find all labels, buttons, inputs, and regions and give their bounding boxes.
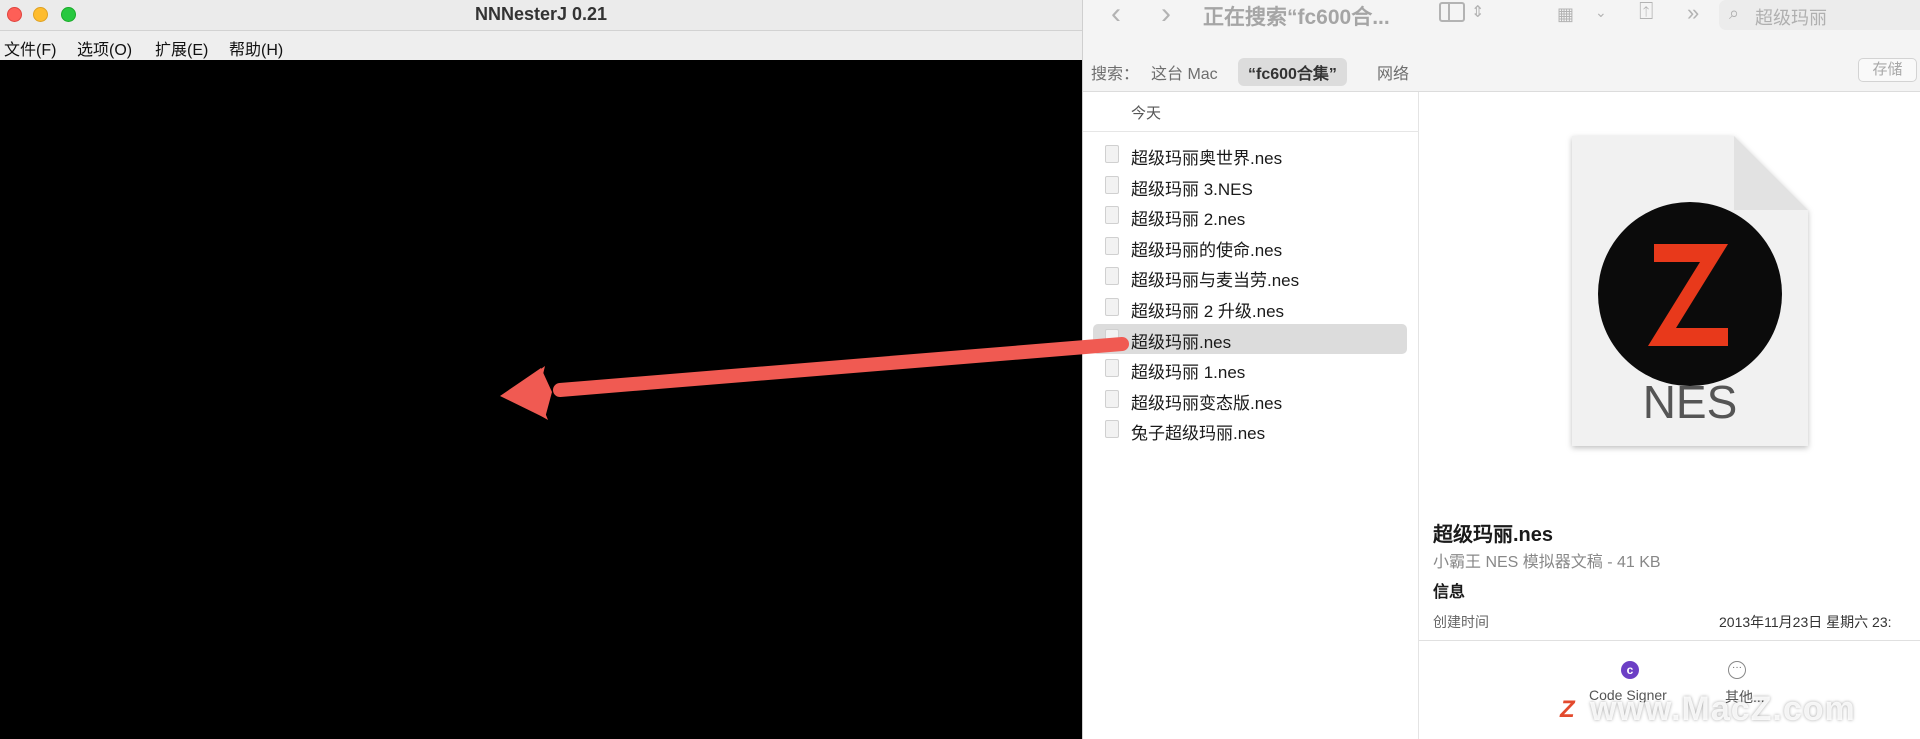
search-scope-bar: 搜索： 这台 Mac “fc600合集” 网络 存储: [1083, 50, 1920, 92]
menu-extensions[interactable]: 扩展(E): [155, 36, 208, 60]
view-sort-chevron-icon[interactable]: ⇕: [1471, 2, 1484, 22]
watermark-text: www.MacZ.com: [1590, 690, 1856, 728]
document-icon: [1105, 145, 1119, 163]
file-row[interactable]: 超级玛丽 2.nes: [1093, 201, 1407, 231]
section-header-label: 今天: [1131, 105, 1162, 122]
emulator-window-title: NNNesterJ 0.21: [474, 4, 608, 24]
forward-chevron-icon[interactable]: ›: [1161, 0, 1171, 31]
file-name-label: 超级玛丽.nes: [1131, 332, 1232, 352]
document-icon: [1105, 389, 1119, 408]
section-header: 今天: [1083, 92, 1419, 132]
file-row[interactable]: 兔子超级玛丽.nes: [1093, 415, 1407, 445]
file-name-label: 超级玛丽 2 升级.nes: [1131, 302, 1285, 321]
save-search-button[interactable]: 存储: [1858, 58, 1917, 82]
view-mode-icon[interactable]: [1439, 2, 1465, 22]
scope-this-mac[interactable]: 这台 Mac: [1151, 60, 1218, 84]
document-icon: [1105, 298, 1119, 316]
document-icon: [1105, 359, 1119, 378]
finder-toolbar: ‹ › 正在搜索“fc600合... ⇕ ▦ ⌄ ⍐ » ⌕ 超级玛丽: [1083, 0, 1920, 50]
file-name-label: 超级玛丽 1.nes: [1131, 363, 1246, 383]
file-name-label: 超级玛丽奥世界.nes: [1131, 149, 1283, 168]
file-name-label: 超级玛丽的使命.nes: [1131, 240, 1283, 260]
emulator-menu-bar: 文件(F) 选项(O) 扩展(E) 帮助(H): [0, 31, 1082, 60]
more-ellipsis-icon[interactable]: ···: [1728, 661, 1746, 679]
document-icon: [1105, 420, 1119, 439]
created-label: 创建时间: [1433, 614, 1489, 630]
document-icon: [1105, 236, 1119, 255]
nes-document-icon: NES: [1572, 136, 1808, 446]
back-chevron-icon[interactable]: ‹: [1111, 0, 1121, 31]
menu-help[interactable]: 帮助(H): [229, 36, 283, 60]
file-row[interactable]: 超级玛丽 1.nes: [1093, 354, 1407, 384]
file-name-label: 兔子超级玛丽.nes: [1131, 424, 1266, 444]
document-icon: [1105, 175, 1119, 194]
menu-file[interactable]: 文件(F): [4, 36, 56, 60]
search-icon: ⌕: [1729, 3, 1740, 23]
emulator-window: NNNesterJ 0.21 文件(F) 选项(O) 扩展(E) 帮助(H): [0, 0, 1082, 739]
nes-extension-label: NES: [1643, 376, 1738, 428]
preview-file-kind: 小霸王 NES 模拟器文稿 - 41 KB: [1433, 554, 1661, 571]
file-name-label: 超级玛丽 2.nes: [1131, 210, 1246, 230]
emulator-screen[interactable]: [0, 60, 1082, 739]
file-row[interactable]: 超级玛丽 3.NES: [1093, 171, 1407, 201]
document-icon: [1105, 267, 1119, 286]
file-row[interactable]: 超级玛丽与麦当劳.nes: [1093, 262, 1407, 292]
file-list: 今天 超级玛丽奥世界.nes 超级玛丽 3.NES 超级玛丽 2.nes 超级玛丽的使…: [1083, 92, 1419, 739]
file-row[interactable]: 超级玛丽 2 升级.nes: [1093, 293, 1407, 323]
file-name-label: 超级玛丽与麦当劳.nes: [1131, 271, 1300, 291]
menu-options[interactable]: 选项(O): [77, 36, 132, 60]
document-icon: [1105, 328, 1119, 347]
scope-current-folder[interactable]: “fc600合集”: [1238, 58, 1347, 86]
file-row[interactable]: 超级玛丽变态版.nes: [1093, 385, 1407, 415]
toolbar-overflow-icon[interactable]: »: [1687, 0, 1699, 26]
file-name-label: 超级玛丽变态版.nes: [1131, 393, 1283, 413]
chevron-down-icon[interactable]: ⌄: [1595, 4, 1607, 21]
emulator-title-bar: NNNesterJ 0.21: [0, 0, 1082, 31]
document-icon: [1105, 206, 1119, 225]
info-heading: 信息: [1433, 584, 1466, 601]
search-input[interactable]: ⌕ 超级玛丽: [1719, 0, 1920, 30]
scope-network[interactable]: 网络: [1377, 60, 1409, 84]
file-row[interactable]: 超级玛丽奥世界.nes: [1093, 140, 1407, 170]
file-row[interactable]: 超级玛丽的使命.nes: [1093, 232, 1407, 262]
scope-label: 搜索：: [1091, 66, 1140, 83]
preview-file-name: 超级玛丽.nes: [1433, 524, 1554, 546]
search-query: 超级玛丽: [1755, 8, 1827, 28]
preview-pane: NES 超级玛丽.nes 小霸王 NES 模拟器文稿 - 41 KB 信息 创建…: [1419, 92, 1920, 739]
created-value: 2013年11月23日 星期六 23:: [1719, 614, 1892, 630]
watermark-logo: Z: [1560, 696, 1575, 723]
group-grid-icon[interactable]: ▦: [1557, 4, 1574, 25]
share-icon[interactable]: ⍐: [1639, 0, 1653, 26]
finder-window-title: 正在搜索“fc600合...: [1203, 6, 1390, 29]
file-name-label: 超级玛丽 3.NES: [1131, 179, 1253, 199]
code-signer-icon[interactable]: c: [1621, 661, 1639, 679]
finder-window: ‹ › 正在搜索“fc600合... ⇕ ▦ ⌄ ⍐ » ⌕ 超级玛丽 搜索： …: [1082, 0, 1920, 739]
file-row[interactable]: 超级玛丽.nes: [1093, 323, 1407, 354]
